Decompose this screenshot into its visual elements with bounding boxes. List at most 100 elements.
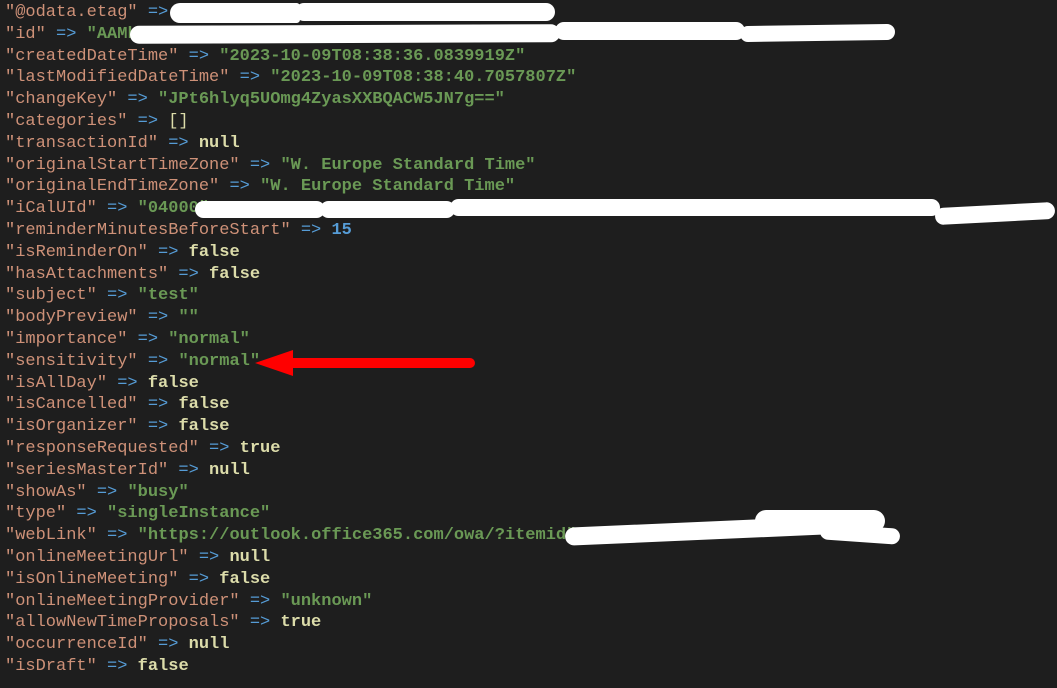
code-line: "lastModifiedDateTime" => "2023-10-09T08… bbox=[5, 67, 900, 89]
property-key: "iCalUId" bbox=[5, 199, 97, 218]
property-value: false bbox=[219, 570, 270, 589]
arrow-token: => bbox=[97, 657, 138, 676]
property-key: "categories" bbox=[5, 112, 127, 131]
property-value: true bbox=[240, 439, 281, 458]
code-line: "type" => "singleInstance" bbox=[5, 503, 900, 525]
arrow-token: => bbox=[46, 25, 87, 44]
property-value: "AAMkA" bbox=[87, 25, 158, 44]
code-line: "seriesMasterId" => null bbox=[5, 460, 900, 482]
arrow-token: => bbox=[107, 374, 148, 393]
property-value: "W/"JPt6hlyq5UOg==" bbox=[178, 3, 372, 22]
arrow-token: => bbox=[148, 635, 189, 654]
property-value: null bbox=[199, 134, 240, 153]
property-value: false bbox=[178, 417, 229, 436]
code-line: "changeKey" => "JPt6hlyq5UOmg4ZyasXXBQAC… bbox=[5, 89, 900, 111]
property-value: null bbox=[229, 548, 270, 567]
arrow-token: => bbox=[97, 286, 138, 305]
arrow-token: => bbox=[219, 177, 260, 196]
property-value: "" bbox=[178, 308, 198, 327]
code-line: "occurrenceId" => null bbox=[5, 634, 900, 656]
property-value: "busy" bbox=[127, 483, 188, 502]
property-key: "isOnlineMeeting" bbox=[5, 570, 178, 589]
property-value: false bbox=[148, 374, 199, 393]
property-value: "2023-10-09T08:38:40.7057807Z" bbox=[270, 68, 576, 87]
code-line: "onlineMeetingProvider" => "unknown" bbox=[5, 591, 900, 613]
code-line: "responseRequested" => true bbox=[5, 438, 900, 460]
property-key: "isAllDay" bbox=[5, 374, 107, 393]
code-line: "iCalUId" => "04000" bbox=[5, 198, 900, 220]
code-line: "transactionId" => null bbox=[5, 133, 900, 155]
property-key: "reminderMinutesBeforeStart" bbox=[5, 221, 291, 240]
code-line: "createdDateTime" => "2023-10-09T08:38:3… bbox=[5, 46, 900, 68]
code-line: "allowNewTimeProposals" => true bbox=[5, 612, 900, 634]
code-dump: "@odata.etag" => "W/"JPt6hlyq5UOg==""id"… bbox=[0, 0, 900, 688]
property-key: "originalStartTimeZone" bbox=[5, 156, 240, 175]
property-key: "isOrganizer" bbox=[5, 417, 138, 436]
property-key: "transactionId" bbox=[5, 134, 158, 153]
code-line: "reminderMinutesBeforeStart" => 15 bbox=[5, 220, 900, 242]
property-value: "normal" bbox=[168, 330, 250, 349]
arrow-token: => bbox=[158, 134, 199, 153]
property-value: 15 bbox=[331, 221, 351, 240]
arrow-token: => bbox=[148, 243, 189, 262]
arrow-token: => bbox=[168, 461, 209, 480]
property-key: "@odata.etag" bbox=[5, 3, 138, 22]
arrow-token: => bbox=[138, 352, 179, 371]
arrow-token: => bbox=[97, 526, 138, 545]
property-key: "originalEndTimeZone" bbox=[5, 177, 219, 196]
property-key: "importance" bbox=[5, 330, 127, 349]
code-line: "isOrganizer" => false bbox=[5, 416, 900, 438]
property-value: [] bbox=[168, 112, 188, 131]
code-line: "webLink" => "https://outlook.office365.… bbox=[5, 525, 900, 547]
property-value: "2023-10-09T08:38:36.0839919Z" bbox=[219, 47, 525, 66]
property-value: "JPt6hlyq5UOmg4ZyasXXBQACW5JN7g==" bbox=[158, 90, 505, 109]
arrow-token: => bbox=[138, 3, 179, 22]
property-key: "seriesMasterId" bbox=[5, 461, 168, 480]
arrow-token: => bbox=[240, 156, 281, 175]
property-key: "onlineMeetingProvider" bbox=[5, 592, 240, 611]
property-key: "showAs" bbox=[5, 483, 87, 502]
code-line: "isDraft" => false bbox=[5, 656, 900, 678]
property-key: "isDraft" bbox=[5, 657, 97, 676]
property-value: false bbox=[209, 265, 260, 284]
property-value: "test" bbox=[138, 286, 199, 305]
arrow-token: => bbox=[127, 112, 168, 131]
property-key: "responseRequested" bbox=[5, 439, 199, 458]
code-line: "categories" => [] bbox=[5, 111, 900, 133]
property-key: "isCancelled" bbox=[5, 395, 138, 414]
property-key: "lastModifiedDateTime" bbox=[5, 68, 229, 87]
property-value: "W. Europe Standard Time" bbox=[260, 177, 515, 196]
property-key: "subject" bbox=[5, 286, 97, 305]
arrow-token: => bbox=[138, 417, 179, 436]
arrow-token: => bbox=[87, 483, 128, 502]
arrow-token: => bbox=[178, 47, 219, 66]
code-line: "sensitivity" => "normal" bbox=[5, 351, 900, 373]
property-value: false bbox=[178, 395, 229, 414]
code-line: "hasAttachments" => false bbox=[5, 264, 900, 286]
code-line: "bodyPreview" => "" bbox=[5, 307, 900, 329]
code-line: "isAllDay" => false bbox=[5, 373, 900, 395]
arrow-token: => bbox=[291, 221, 332, 240]
property-key: "allowNewTimeProposals" bbox=[5, 613, 240, 632]
code-line: "subject" => "test" bbox=[5, 285, 900, 307]
property-value: false bbox=[138, 657, 189, 676]
code-line: "id" => "AAMkA" bbox=[5, 24, 900, 46]
property-value: "https://outlook.office365.com/owa/?item… bbox=[138, 526, 577, 545]
property-key: "id" bbox=[5, 25, 46, 44]
property-key: "onlineMeetingUrl" bbox=[5, 548, 189, 567]
arrow-token: => bbox=[240, 592, 281, 611]
arrow-token: => bbox=[127, 330, 168, 349]
code-line: "@odata.etag" => "W/"JPt6hlyq5UOg==" bbox=[5, 2, 900, 24]
property-value: false bbox=[189, 243, 240, 262]
property-value: "normal" bbox=[178, 352, 260, 371]
property-key: "webLink" bbox=[5, 526, 97, 545]
arrow-token: => bbox=[189, 548, 230, 567]
arrow-token: => bbox=[199, 439, 240, 458]
property-key: "sensitivity" bbox=[5, 352, 138, 371]
property-value: true bbox=[280, 613, 321, 632]
property-value: "04000" bbox=[138, 199, 209, 218]
arrow-token: => bbox=[240, 613, 281, 632]
code-line: "isOnlineMeeting" => false bbox=[5, 569, 900, 591]
arrow-token: => bbox=[229, 68, 270, 87]
property-value: "singleInstance" bbox=[107, 504, 270, 523]
